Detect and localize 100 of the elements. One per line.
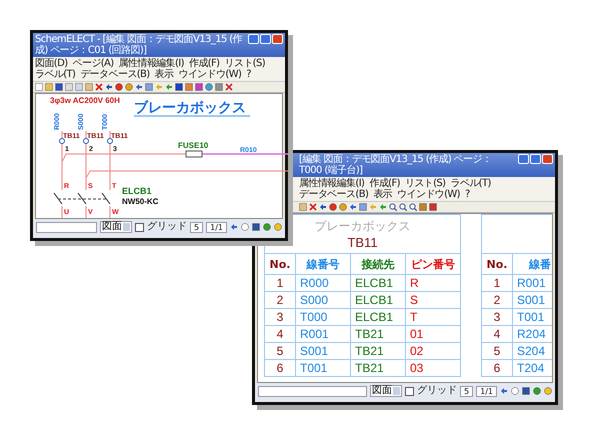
menu-item[interactable]: リスト(S): [224, 58, 266, 69]
close-button[interactable]: [272, 34, 283, 44]
fuse-label: FUSE10: [178, 141, 208, 150]
table-heading: ブレーカボックス: [314, 218, 410, 234]
switch-contact: [102, 192, 110, 204]
delete-icon[interactable]: [95, 83, 103, 91]
minimize-button[interactable]: [248, 34, 259, 44]
table-cell: TB21: [350, 326, 406, 342]
supply-label: 3φ3w AC200V 60H: [50, 96, 120, 105]
grid-checkbox[interactable]: [405, 386, 414, 396]
checkbox-label: グリッド: [417, 386, 458, 396]
breaker-label: ELCB1: [122, 186, 152, 196]
table-cell: 2: [482, 292, 512, 308]
table-cell: TB21: [350, 360, 406, 376]
menu-item[interactable]: ?: [464, 189, 470, 200]
table-cell: S001: [296, 342, 350, 360]
menu-item[interactable]: データベース(B): [299, 189, 368, 200]
checkbox-label: グリッド: [147, 222, 188, 232]
menu-item[interactable]: 図面(D): [35, 58, 68, 69]
menu-item[interactable]: リスト(S): [404, 178, 446, 189]
column-header: ピン番号: [406, 254, 460, 274]
zoom-icon[interactable]: [409, 203, 417, 211]
table-cell: 2: [264, 292, 296, 308]
terminal-icon: [83, 138, 89, 144]
switch-contact: [78, 192, 86, 204]
column-header: No.: [482, 254, 512, 274]
maximize-button[interactable]: [260, 34, 271, 44]
menu-item[interactable]: 作成(F): [369, 178, 400, 189]
close-icon[interactable]: [225, 83, 233, 91]
table-cell: T001: [296, 360, 350, 376]
close-button[interactable]: [542, 154, 553, 164]
window-title: SchemELECT - [編集 図面：デモ図面V13_15 (作成) ページ：C01 (回路図)]: [35, 34, 244, 56]
arrow-icon[interactable]: [349, 203, 357, 211]
undo-icon[interactable]: [105, 83, 113, 91]
table-cell: 5: [482, 342, 512, 360]
drawing-title: ブレーカボックス: [134, 100, 246, 116]
view-dropdown[interactable]: 図面: [100, 221, 132, 233]
table-cell: T: [406, 308, 460, 326]
table-cell: 4: [482, 326, 512, 342]
view-dropdown[interactable]: 図面: [370, 385, 402, 397]
table-cell: R: [406, 274, 460, 292]
table-cell: ELCB1: [350, 308, 406, 326]
table-cell: S: [406, 292, 460, 308]
window-title: [編集 図面：デモ図面V13_15 (作成) ページ：T000 (端子台)]: [299, 154, 492, 176]
table-cell: 1: [482, 274, 512, 292]
column-header: No.: [264, 254, 296, 274]
menu-item[interactable]: ラベル(T): [35, 69, 76, 80]
column-header: 接続先: [350, 254, 406, 274]
menu-item[interactable]: データベース(B): [80, 69, 150, 80]
zoom-icon[interactable]: [389, 203, 397, 211]
menu-item[interactable]: 表示: [373, 189, 392, 200]
menu-item[interactable]: 属性情報編集(I): [118, 58, 184, 69]
table-cell: 3: [482, 308, 512, 326]
terminal-icon: [107, 138, 113, 144]
page-field[interactable]: 1/1: [206, 222, 227, 232]
table-cell: ELCB1: [350, 292, 406, 308]
circle-icon[interactable]: [241, 223, 249, 231]
menu-item[interactable]: 表示: [154, 69, 174, 80]
table-cell: TB21: [350, 342, 406, 360]
table-cell: 03: [406, 360, 460, 376]
table-caption: [481, 214, 552, 253]
scale-field[interactable]: 5: [460, 386, 474, 396]
fuse-symbol: [186, 150, 202, 158]
maximize-button[interactable]: [530, 154, 541, 164]
menu-item[interactable]: ウインドウ(W): [178, 69, 242, 80]
grid-checkbox[interactable]: [135, 222, 144, 232]
circle-icon[interactable]: [511, 387, 519, 395]
page-field[interactable]: 1/1: [476, 386, 497, 396]
table-cell: R001: [296, 326, 350, 342]
input-field[interactable]: [36, 222, 98, 232]
table-cell: 6: [264, 360, 296, 376]
delete-icon[interactable]: [309, 203, 317, 211]
column-header: 線番: [512, 254, 552, 274]
scale-field[interactable]: 5: [190, 222, 204, 232]
table-cell: R000: [296, 274, 350, 292]
table-cell: 4: [264, 326, 296, 342]
table-cell: 6: [482, 360, 512, 376]
breaker-model: NW50-KC: [122, 197, 158, 206]
menu-item[interactable]: ?: [246, 69, 251, 80]
table-cell: 01: [406, 326, 460, 342]
undo-icon[interactable]: [319, 203, 327, 211]
column-header: 線番号: [296, 254, 350, 274]
link-line: [58, 198, 108, 200]
table-cell: 5: [264, 342, 296, 360]
input-field[interactable]: [258, 386, 368, 396]
table-cell: 3: [264, 308, 296, 326]
zoom-icon[interactable]: [399, 203, 407, 211]
minimize-button[interactable]: [518, 154, 529, 164]
menu-item[interactable]: 作成(F): [188, 58, 220, 69]
table-cell: S000: [296, 292, 350, 308]
arrow-icon[interactable]: [135, 83, 143, 91]
table-cell: T000: [296, 308, 350, 326]
menu-item[interactable]: ウインドウ(W): [397, 189, 460, 200]
terminal-icon: [59, 138, 65, 144]
menu-item[interactable]: ページ(A): [72, 58, 114, 69]
table-cell: 1: [264, 274, 296, 292]
menu-item[interactable]: 属性情報編集(I): [299, 178, 364, 189]
terminal-name: TB11: [347, 235, 378, 251]
table-cell: ELCB1: [350, 274, 406, 292]
menu-item[interactable]: ラベル(T): [450, 178, 491, 189]
